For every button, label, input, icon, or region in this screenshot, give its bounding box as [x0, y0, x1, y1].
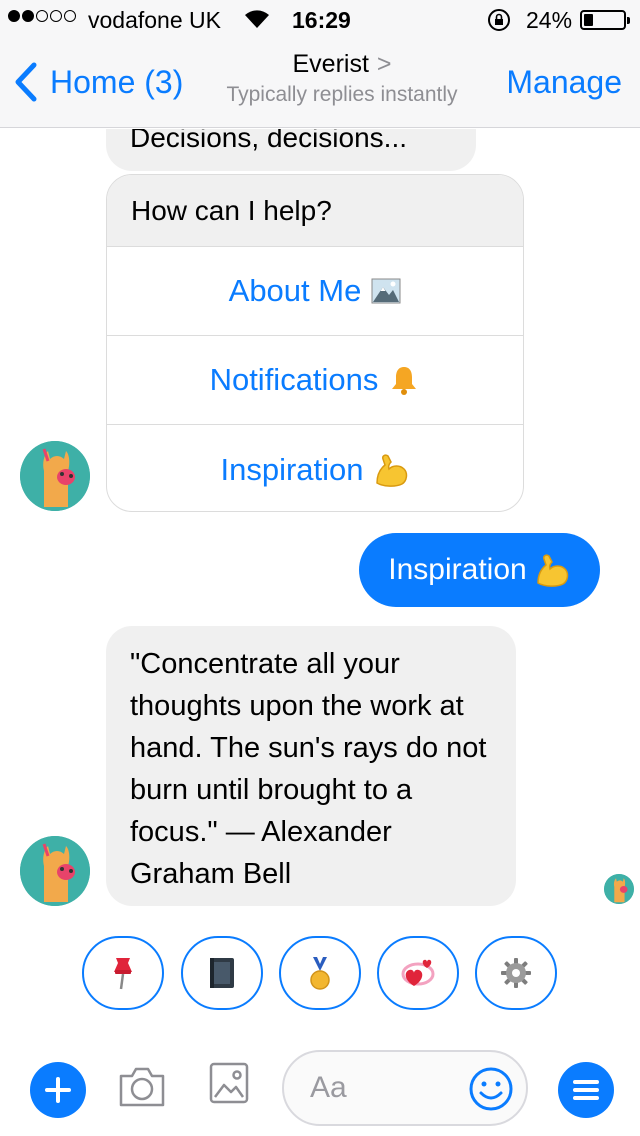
flexed-biceps-icon	[374, 453, 410, 487]
contact-name: Everist	[292, 50, 369, 78]
rotation-lock-icon	[487, 8, 511, 38]
smiley-icon	[469, 1067, 513, 1111]
gear-icon	[501, 958, 531, 988]
received-message-bubble: "Concentrate all your thoughts upon the …	[106, 626, 516, 906]
received-message-bubble: Decisions, decisions...	[106, 129, 476, 171]
sent-message-bubble: Inspiration	[359, 533, 600, 607]
gallery-button[interactable]	[208, 1060, 250, 1106]
battery-icon	[580, 10, 630, 30]
bot-avatar[interactable]	[20, 441, 90, 511]
navigation-bar: Home (3) Everist > Typically replies inst…	[0, 40, 640, 128]
camera-icon	[119, 1067, 165, 1107]
message-composer	[0, 1040, 640, 1136]
flexed-biceps-icon	[535, 553, 571, 587]
carrier-name: vodafone UK	[88, 7, 221, 33]
signal-strength-icon	[8, 10, 76, 22]
battery-percentage: 24%	[526, 7, 573, 33]
mountain-photo-icon	[371, 278, 401, 304]
message-thread[interactable]: Decisions, decisions... How can I help? …	[0, 129, 640, 926]
quick-reply-hearts[interactable]	[377, 936, 459, 1010]
plus-icon	[45, 1077, 71, 1103]
pushpin-icon	[114, 958, 132, 990]
message-text: Decisions, decisions...	[130, 129, 408, 153]
wifi-icon	[244, 8, 270, 36]
message-input-wrapper	[282, 1050, 528, 1126]
notifications-button[interactable]: Notifications	[107, 336, 523, 425]
back-button[interactable]: Home (3)	[14, 62, 183, 102]
menu-card: How can I help? About Me Notifications I…	[106, 174, 524, 512]
status-bar: vodafone UK 16:29 24%	[0, 0, 640, 40]
menu-card-header: How can I help?	[107, 175, 523, 247]
quick-replies	[0, 936, 640, 1014]
quote-text: "Concentrate all your thoughts upon the …	[130, 648, 487, 890]
camera-button[interactable]	[116, 1062, 168, 1112]
manage-button[interactable]: Manage	[506, 64, 622, 101]
medal-icon	[310, 957, 330, 990]
emoji-button[interactable]	[468, 1066, 514, 1112]
inspiration-label: Inspiration	[220, 451, 364, 487]
clock-time: 16:29	[292, 7, 351, 33]
bot-avatar[interactable]	[20, 836, 90, 906]
chevron-right-icon: >	[376, 50, 392, 78]
quick-reply-pushpin[interactable]	[82, 936, 164, 1010]
quick-reply-notebook[interactable]	[181, 936, 263, 1010]
quick-reply-gear[interactable]	[475, 936, 557, 1010]
bell-icon	[388, 364, 420, 396]
back-chevron-icon	[15, 62, 37, 102]
message-input[interactable]	[310, 1068, 460, 1108]
inspiration-button[interactable]: Inspiration	[107, 425, 523, 511]
add-button[interactable]	[30, 1062, 86, 1118]
about-me-button[interactable]: About Me	[107, 247, 523, 336]
notebook-icon	[210, 958, 234, 988]
seen-by-avatar	[604, 874, 634, 904]
contact-status: Typically replies instantly	[226, 83, 458, 106]
message-text: Inspiration	[388, 553, 527, 586]
conversation-title[interactable]: Everist > Typically replies instantly	[206, 50, 478, 107]
revolving-hearts-icon	[401, 959, 435, 986]
about-me-label: About Me	[228, 273, 362, 308]
back-button-label: Home (3)	[50, 63, 184, 100]
photo-gallery-icon	[209, 1062, 249, 1104]
quick-reply-medal[interactable]	[279, 936, 361, 1010]
menu-button[interactable]	[558, 1062, 614, 1118]
hamburger-menu-icon	[573, 1080, 599, 1100]
notifications-label: Notifications	[209, 362, 379, 397]
